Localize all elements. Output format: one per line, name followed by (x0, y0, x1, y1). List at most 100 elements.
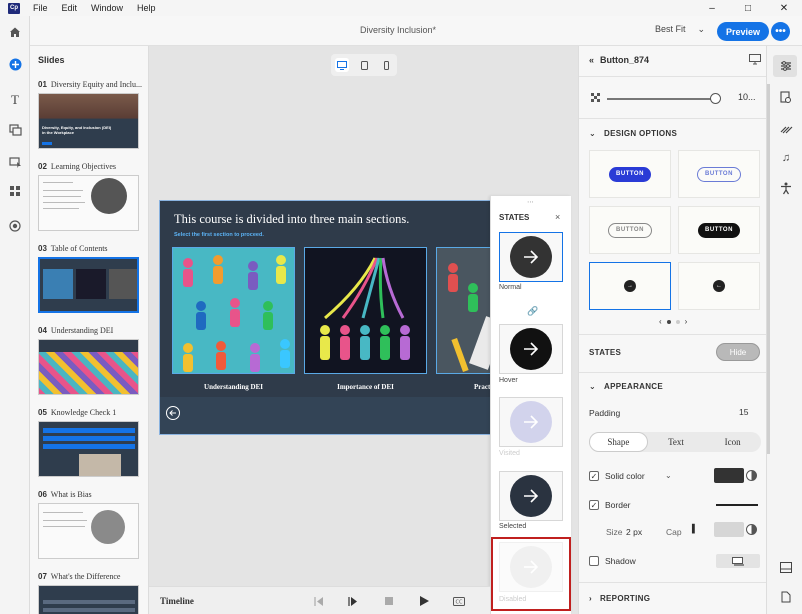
appearance-tabs: Shape Text Icon (589, 432, 761, 452)
slide-item-05[interactable]: 05 Knowledge Check 1 (38, 408, 142, 477)
step-forward-icon[interactable] (346, 594, 360, 608)
right-tool-rail: ♫ (766, 46, 802, 614)
disabled-state-highlight (491, 537, 571, 611)
stop-icon[interactable] (382, 594, 396, 608)
pager-dot-active[interactable] (666, 319, 671, 324)
panel-layout-icon[interactable] (778, 559, 794, 575)
hide-states-button[interactable]: Hide (716, 343, 760, 361)
state-label-hover: Hover (499, 377, 518, 384)
border-style-preview[interactable] (716, 504, 758, 506)
link-icon[interactable]: 🔗 (527, 306, 538, 317)
opacity-value[interactable]: 10... (738, 92, 756, 102)
device-preview-toggle (331, 54, 397, 76)
section-card-1[interactable] (172, 247, 295, 374)
chevron-right-icon[interactable]: › (685, 317, 688, 326)
pager-dot[interactable] (675, 319, 680, 324)
properties-scrollbar[interactable] (767, 84, 770, 454)
reporting-title: REPORTING (599, 594, 651, 603)
closed-caption-icon[interactable]: CC (452, 594, 466, 608)
properties-icon[interactable] (778, 58, 794, 74)
fill-color-swatch[interactable] (714, 468, 744, 483)
slide-item-07[interactable]: 07 What's the Difference (38, 572, 142, 614)
play-icon[interactable] (417, 594, 431, 608)
padding-value[interactable]: 15 (739, 407, 748, 417)
solid-color-checkbox[interactable]: ✓ (589, 471, 599, 481)
animation-icon[interactable] (778, 120, 794, 136)
border-checkbox[interactable]: ✓ (589, 500, 599, 510)
shadow-checkbox[interactable] (589, 556, 599, 566)
accessibility-icon[interactable] (778, 180, 794, 196)
color-picker-icon[interactable] (746, 524, 757, 535)
tab-text[interactable]: Text (648, 432, 705, 452)
mobile-icon[interactable] (379, 58, 393, 72)
design-option-6[interactable]: ← (678, 262, 760, 310)
collapse-panel-icon[interactable]: « (589, 55, 594, 65)
menu-window[interactable]: Window (84, 3, 130, 13)
slide-item-01[interactable]: 01 Diversity Equity and Inclu... Diversi… (38, 80, 142, 149)
border-size-value[interactable]: 2 px (626, 527, 642, 537)
design-options-header[interactable]: ⌄ DESIGN OPTIONS (589, 129, 677, 138)
menu-help[interactable]: Help (130, 3, 163, 13)
slide-heading[interactable]: This course is divided into three main s… (174, 212, 409, 227)
state-visited[interactable] (499, 397, 563, 447)
components-icon[interactable] (7, 183, 23, 199)
chevron-left-icon[interactable]: ‹ (659, 317, 662, 326)
minimize-button[interactable]: – (694, 0, 730, 16)
tablet-icon[interactable] (357, 58, 371, 72)
cap-style-icon[interactable]: ▐ (689, 524, 695, 533)
accessibility-search-icon[interactable] (778, 89, 794, 105)
border-color-swatch[interactable] (714, 522, 744, 537)
timeline-label[interactable]: Timeline (160, 596, 194, 606)
state-hover[interactable] (499, 324, 563, 374)
add-icon[interactable] (7, 56, 23, 72)
slide-back-button[interactable] (166, 406, 180, 420)
opacity-slider-handle[interactable] (710, 93, 721, 104)
state-selected[interactable] (499, 471, 563, 521)
preview-monitor-icon[interactable] (749, 54, 761, 68)
shadow-preset-button[interactable] (716, 554, 760, 568)
section-card-2[interactable] (304, 247, 427, 374)
preview-button[interactable]: Preview (717, 22, 769, 41)
drag-handle-icon[interactable]: ⋯ (527, 198, 534, 206)
slide-item-02[interactable]: 02 Learning Objectives (38, 162, 142, 231)
reporting-header[interactable]: › REPORTING (589, 594, 650, 603)
slide-item-03[interactable]: 03 Table of Contents (38, 244, 142, 313)
slide-item-04[interactable]: 04 Understanding DEI (38, 326, 142, 395)
thumb-title: Diversity, Equity, and Inclusion (DEI) i… (42, 125, 112, 135)
slides-panel: Slides 01 Diversity Equity and Inclu... … (30, 46, 149, 614)
tab-shape[interactable]: Shape (589, 432, 648, 452)
design-option-1[interactable]: BUTTON (589, 150, 671, 198)
slide-canvas[interactable]: This course is divided into three main s… (159, 200, 499, 435)
arrow-right-icon (510, 328, 552, 370)
text-icon[interactable]: T (7, 92, 23, 108)
interactions-icon[interactable] (7, 154, 23, 170)
more-options-button[interactable]: ••• (771, 22, 790, 41)
media-icon[interactable] (7, 122, 23, 138)
home-icon[interactable] (7, 24, 23, 40)
maximize-button[interactable]: □ (730, 0, 766, 16)
border-label: Border (605, 500, 631, 510)
design-option-2[interactable]: BUTTON (678, 150, 760, 198)
skip-back-icon[interactable] (312, 594, 326, 608)
close-icon[interactable]: × (555, 212, 560, 222)
chevron-down-icon[interactable]: ⌄ (665, 471, 672, 480)
design-option-5[interactable]: → (589, 262, 671, 310)
notes-icon[interactable] (778, 589, 794, 605)
design-option-3[interactable]: BUTTON (589, 206, 671, 254)
record-icon[interactable] (7, 218, 23, 234)
menu-file[interactable]: File (26, 3, 55, 13)
zoom-select[interactable]: Best Fit ⌄ (655, 24, 705, 35)
menu-edit[interactable]: Edit (55, 3, 85, 13)
opacity-slider-track[interactable] (607, 98, 715, 100)
slide-subheading[interactable]: Select the first section to proceed. (174, 232, 264, 238)
color-picker-icon[interactable] (746, 470, 757, 481)
state-normal[interactable] (499, 232, 563, 282)
design-option-4[interactable]: BUTTON (678, 206, 760, 254)
svg-text:CC: CC (456, 599, 463, 605)
slide-item-06[interactable]: 06 What is Bias (38, 490, 142, 559)
audio-icon[interactable]: ♫ (778, 150, 794, 166)
desktop-icon[interactable] (335, 58, 349, 72)
appearance-header[interactable]: ⌄ APPEARANCE (589, 382, 663, 391)
tab-icon[interactable]: Icon (704, 432, 761, 452)
close-button[interactable]: ✕ (766, 0, 802, 16)
